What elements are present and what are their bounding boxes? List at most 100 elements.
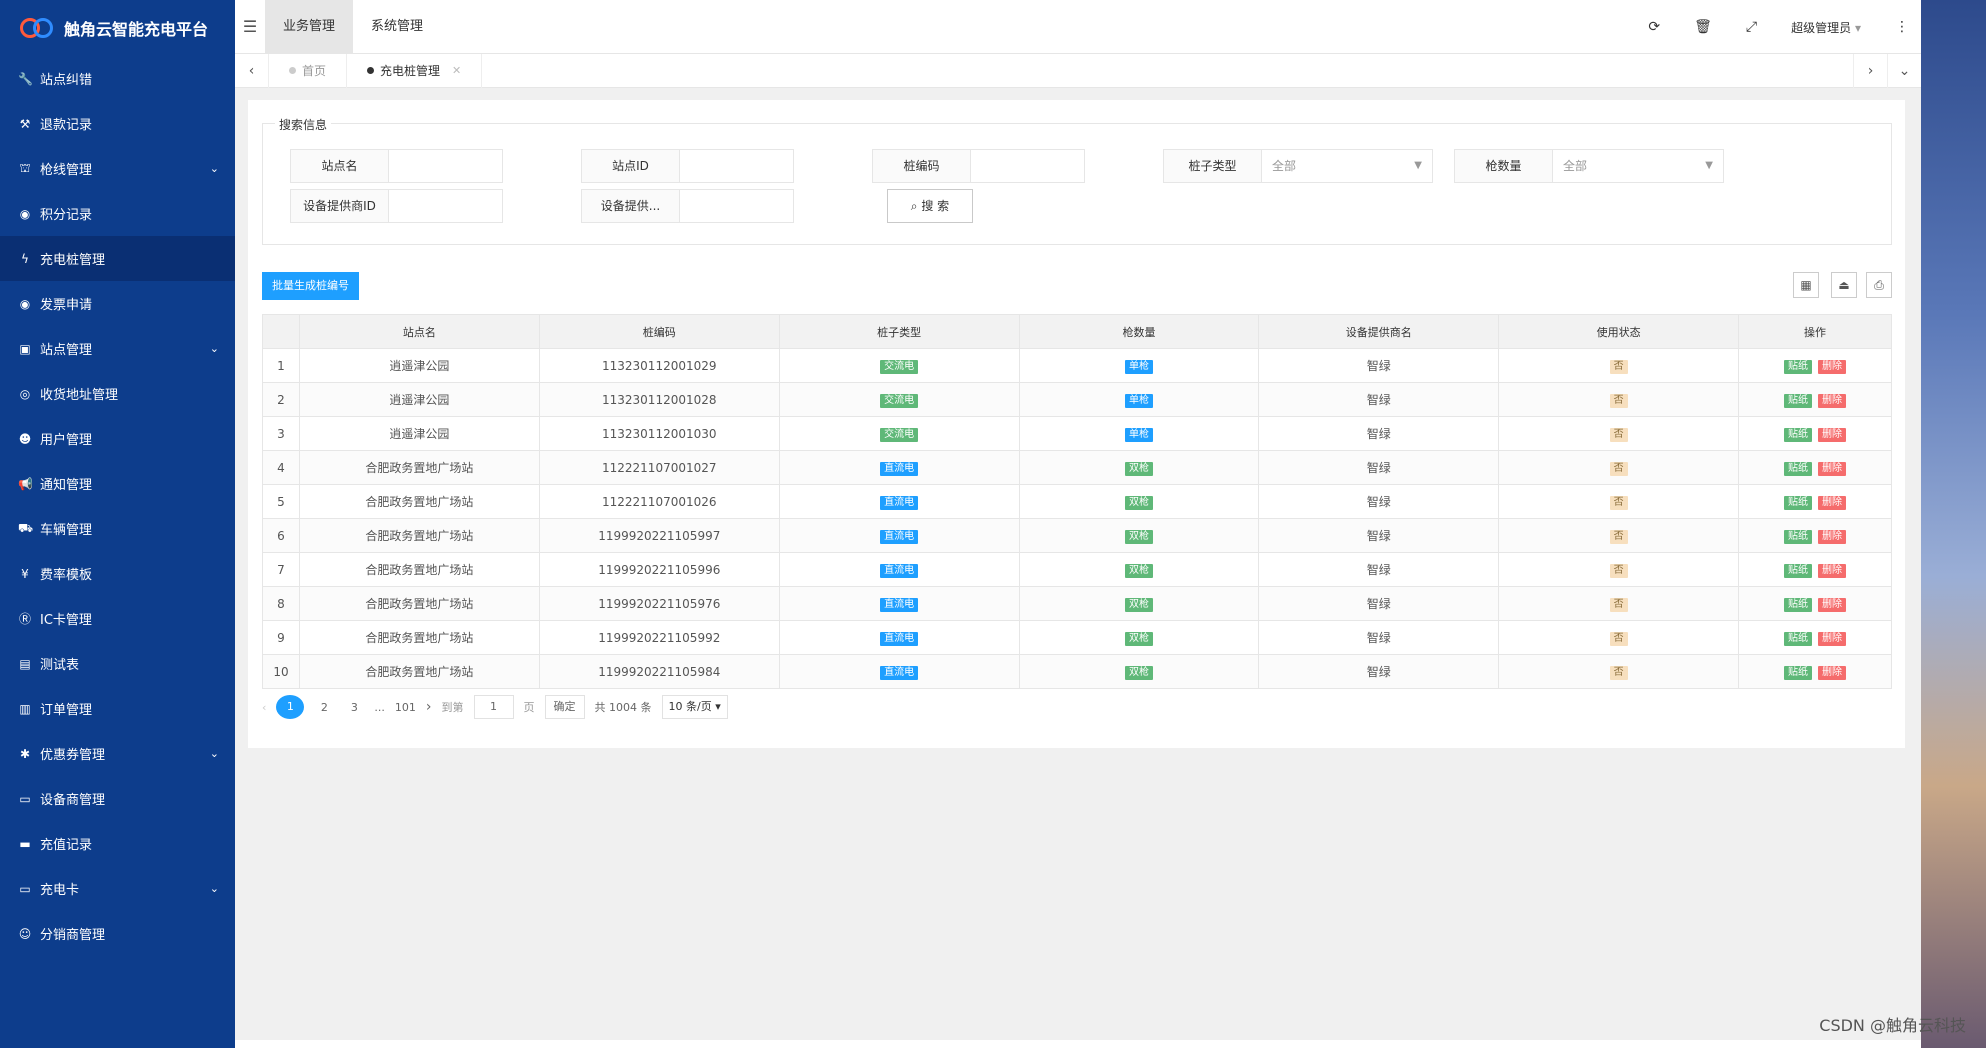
prev-page-icon[interactable]: ‹ xyxy=(262,701,266,714)
sidebar-item-19[interactable]: ☺ 分销商管理 xyxy=(0,911,235,956)
gun-count-select[interactable]: 全部 ▼ xyxy=(1553,150,1723,182)
page-2[interactable]: 2 xyxy=(314,701,334,714)
table-row[interactable]: 4 合肥政务置地广场站 112221107001027 直流电 双枪 智绿 否 贴纸 删除 xyxy=(262,450,1892,485)
sidebar-item-4[interactable]: ϟ 充电桩管理 xyxy=(0,236,235,281)
provider-input[interactable] xyxy=(680,190,793,222)
delete-button[interactable]: 删除 xyxy=(1818,359,1847,374)
col-actions: 操作 xyxy=(1738,314,1892,349)
sticker-button[interactable]: 贴纸 xyxy=(1784,563,1813,578)
status-badge: 否 xyxy=(1609,495,1628,510)
chevron-right-icon[interactable]: › xyxy=(1853,53,1887,88)
cell-status: 否 xyxy=(1498,586,1740,621)
sidebar-item-8[interactable]: ☻ 用户管理 xyxy=(0,416,235,461)
table-row[interactable]: 6 合肥政务置地广场站 1199920221105997 直流电 双枪 智绿 否 贴纸 删除 xyxy=(262,518,1892,553)
delete-button[interactable]: 删除 xyxy=(1818,427,1847,442)
per-page-select[interactable]: 10 条/页 ▾ xyxy=(661,695,728,719)
page-3[interactable]: 3 xyxy=(344,701,364,714)
sidebar-item-1[interactable]: ⚒ 退款记录 xyxy=(0,101,235,146)
close-icon[interactable]: ✕ xyxy=(452,54,461,88)
delete-button[interactable]: 删除 xyxy=(1818,529,1847,544)
sticker-button[interactable]: 贴纸 xyxy=(1784,461,1813,476)
columns-icon[interactable]: ▦ xyxy=(1793,272,1819,298)
sidebar-item-5[interactable]: ◉ 发票申请 xyxy=(0,281,235,326)
col-code: 桩编码 xyxy=(538,314,780,349)
sticker-button[interactable]: 贴纸 xyxy=(1784,427,1813,442)
delete-button[interactable]: 删除 xyxy=(1818,597,1847,612)
sidebar-item-15[interactable]: ✱ 优惠券管理 ⌄ xyxy=(0,731,235,776)
sidebar-item-9[interactable]: 📢 通知管理 xyxy=(0,461,235,506)
page-ellipsis: ... xyxy=(374,700,385,714)
page-tab-current[interactable]: 充电桩管理 ✕ xyxy=(347,53,483,88)
goto-input[interactable]: 1 xyxy=(473,695,514,719)
sidebar-item-17[interactable]: ▬ 充值记录 xyxy=(0,821,235,866)
delete-button[interactable]: 删除 xyxy=(1818,631,1847,646)
sidebar-item-16[interactable]: ▭ 设备商管理 xyxy=(0,776,235,821)
sticker-button[interactable]: 贴纸 xyxy=(1784,631,1813,646)
page-last[interactable]: 101 xyxy=(395,701,416,714)
user-menu[interactable]: 超级管理员 ▾ xyxy=(1791,19,1861,36)
sticker-button[interactable]: 贴纸 xyxy=(1784,359,1813,374)
trash-icon[interactable]: 🗑 xyxy=(1694,19,1712,35)
sidebar-item-12[interactable]: Ⓡ IC卡管理 xyxy=(0,596,235,641)
print-icon[interactable]: ⎙ xyxy=(1866,272,1892,298)
sidebar-item-0[interactable]: 🔧 站点纠错 xyxy=(0,56,235,101)
sidebar-item-7[interactable]: ◎ 收货地址管理 xyxy=(0,371,235,416)
sticker-button[interactable]: 贴纸 xyxy=(1784,393,1813,408)
table-row[interactable]: 2 逍遥津公园 113230112001028 交流电 单枪 智绿 否 贴纸 删除 xyxy=(262,382,1892,417)
page-1[interactable]: 1 xyxy=(276,695,305,719)
station-id-input[interactable] xyxy=(680,150,793,182)
sidebar-item-label: 充值记录 xyxy=(40,838,93,853)
table-row[interactable]: 5 合肥政务置地广场站 112221107001026 直流电 双枪 智绿 否 贴纸 删除 xyxy=(262,484,1892,519)
fullscreen-icon[interactable]: ⤢ xyxy=(1746,19,1757,35)
sidebar-item-13[interactable]: ▤ 测试表 xyxy=(0,641,235,686)
sidebar-item-11[interactable]: ¥ 费率模板 xyxy=(0,551,235,596)
table-row[interactable]: 3 逍遥津公园 113230112001030 交流电 单枪 智绿 否 贴纸 删除 xyxy=(262,416,1892,451)
provider-field: 设备提供... xyxy=(581,189,794,223)
table-row[interactable]: 8 合肥政务置地广场站 1199920221105976 直流电 双枪 智绿 否 贴纸 删除 xyxy=(262,586,1892,621)
pile-code-field: 桩编码 xyxy=(872,149,1085,183)
sticker-button[interactable]: 贴纸 xyxy=(1784,495,1813,510)
station-name-input[interactable] xyxy=(389,150,502,182)
provider-id-input[interactable] xyxy=(389,190,502,222)
menu-toggle-icon[interactable]: ☰ xyxy=(235,17,265,36)
tab-business[interactable]: 业务管理 xyxy=(265,0,354,54)
refresh-icon[interactable]: ⟳ xyxy=(1648,19,1660,35)
sidebar-item-10[interactable]: ⛟ 车辆管理 xyxy=(0,506,235,551)
cell-index: 10 xyxy=(262,654,300,689)
sticker-button[interactable]: 贴纸 xyxy=(1784,597,1813,612)
sidebar-item-18[interactable]: ▭ 充电卡 ⌄ xyxy=(0,866,235,911)
search-button[interactable]: ⌕ 搜 索 xyxy=(887,189,973,223)
table-row[interactable]: 10 合肥政务置地广场站 1199920221105984 直流电 双枪 智绿 否 贴纸 删除 xyxy=(262,654,1892,689)
chevron-down-icon[interactable]: ⌄ xyxy=(1887,53,1921,88)
total-count: 共 1004 条 xyxy=(594,701,652,714)
table-row[interactable]: 9 合肥政务置地广场站 1199920221105992 直流电 双枪 智绿 否 贴纸 删除 xyxy=(262,620,1892,655)
table-row[interactable]: 1 逍遥津公园 113230112001029 交流电 单枪 智绿 否 贴纸 删除 xyxy=(262,348,1892,383)
page-tab-home[interactable]: 首页 xyxy=(269,53,348,88)
delete-button[interactable]: 删除 xyxy=(1818,393,1847,408)
cell-code: 112221107001026 xyxy=(538,484,780,519)
delete-button[interactable]: 删除 xyxy=(1818,665,1847,680)
cell-guns: 双枪 xyxy=(1018,518,1260,553)
sidebar-item-14[interactable]: ▥ 订单管理 xyxy=(0,686,235,731)
col-guns: 枪数量 xyxy=(1018,314,1260,349)
sidebar-item-2[interactable]: ⛫ 枪线管理 ⌄ xyxy=(0,146,235,191)
sticker-button[interactable]: 贴纸 xyxy=(1784,665,1813,680)
tab-system[interactable]: 系统管理 xyxy=(353,0,441,54)
delete-button[interactable]: 删除 xyxy=(1818,461,1847,476)
pile-code-input[interactable] xyxy=(971,150,1084,182)
batch-generate-button[interactable]: 批量生成桩编号 xyxy=(262,272,359,300)
goto-confirm-button[interactable]: 确定 xyxy=(544,695,585,719)
more-vertical-icon[interactable]: ⋮ xyxy=(1895,19,1909,35)
delete-button[interactable]: 删除 xyxy=(1818,495,1847,510)
next-page-icon[interactable]: › xyxy=(426,699,432,715)
sidebar-item-3[interactable]: ◉ 积分记录 xyxy=(0,191,235,236)
cell-station: 逍遥津公园 xyxy=(298,382,540,417)
sticker-button[interactable]: 贴纸 xyxy=(1784,529,1813,544)
caret-down-icon: ▼ xyxy=(1414,160,1422,171)
pile-type-select[interactable]: 全部 ▼ xyxy=(1262,150,1432,182)
sidebar-item-6[interactable]: ▣ 站点管理 ⌄ xyxy=(0,326,235,371)
chevron-left-icon[interactable]: ‹ xyxy=(235,53,269,88)
table-row[interactable]: 7 合肥政务置地广场站 1199920221105996 直流电 双枪 智绿 否 贴纸 删除 xyxy=(262,552,1892,587)
delete-button[interactable]: 删除 xyxy=(1818,563,1847,578)
export-icon[interactable]: ⏏ xyxy=(1831,272,1857,298)
